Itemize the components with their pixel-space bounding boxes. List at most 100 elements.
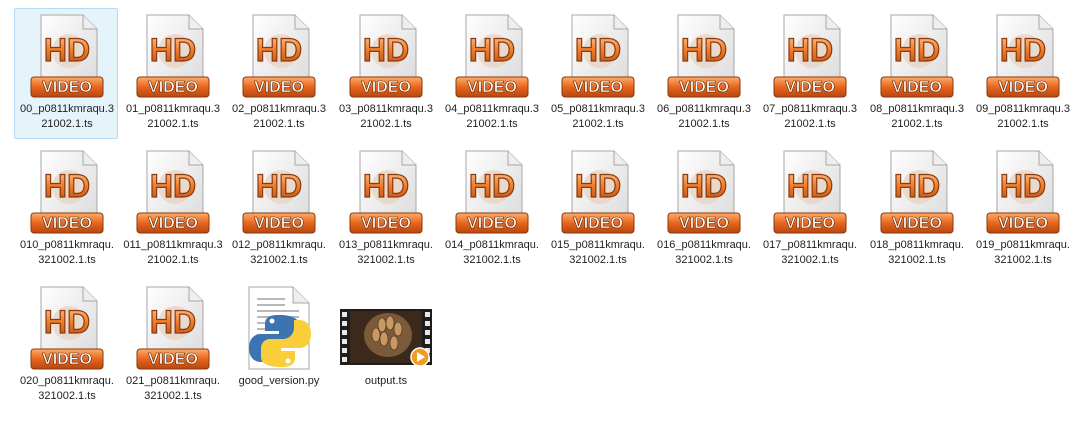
file-item[interactable]: HD VIDEO 018_p0811kmraqu.321002.1.ts (864, 144, 968, 275)
hd-video-icon: HD VIDEO (27, 149, 107, 235)
file-name: 03_p0811kmraqu.321002.1.ts (339, 103, 433, 130)
svg-text:VIDEO: VIDEO (467, 215, 517, 232)
file-item[interactable]: HD VIDEO 021_p0811kmraqu.321002.1.ts (120, 280, 224, 411)
svg-text:HD: HD (1000, 32, 1046, 68)
svg-text:VIDEO: VIDEO (42, 351, 92, 368)
svg-text:VIDEO: VIDEO (148, 79, 198, 96)
svg-text:VIDEO: VIDEO (361, 215, 411, 232)
hd-video-icon: HD VIDEO (133, 285, 213, 371)
hd-video-icon: HD VIDEO (346, 13, 426, 99)
svg-text:HD: HD (150, 168, 196, 204)
svg-text:HD: HD (363, 168, 409, 204)
file-name: 01_p0811kmraqu.321002.1.ts (126, 103, 220, 130)
file-name: 020_p0811kmraqu.321002.1.ts (20, 375, 114, 402)
hd-video-icon: HD VIDEO (664, 149, 744, 235)
svg-text:HD: HD (681, 168, 727, 204)
file-name: output.ts (364, 375, 408, 387)
hd-video-icon: HD VIDEO (346, 149, 426, 235)
hd-video-icon: HD VIDEO (558, 13, 638, 99)
file-item[interactable]: HD VIDEO 02_p0811kmraqu.321002.1.ts (226, 8, 330, 139)
hd-video-icon: HD VIDEO (452, 149, 532, 235)
file-name: 013_p0811kmraqu.321002.1.ts (339, 239, 433, 266)
hd-video-icon: HD VIDEO (27, 13, 107, 99)
file-name: 07_p0811kmraqu.321002.1.ts (763, 103, 857, 130)
svg-text:VIDEO: VIDEO (148, 215, 198, 232)
file-item[interactable]: HD VIDEO 05_p0811kmraqu.321002.1.ts (545, 8, 649, 139)
svg-text:HD: HD (894, 168, 940, 204)
svg-text:HD: HD (787, 168, 833, 204)
svg-text:HD: HD (1000, 168, 1046, 204)
file-item[interactable]: HD VIDEO 01_p0811kmraqu.321002.1.ts (120, 8, 224, 139)
file-item[interactable]: output.ts (333, 280, 437, 411)
file-name: 04_p0811kmraqu.321002.1.ts (445, 103, 539, 130)
hd-video-icon: HD VIDEO (983, 13, 1063, 99)
file-name: 010_p0811kmraqu.321002.1.ts (20, 239, 114, 266)
svg-text:HD: HD (575, 32, 621, 68)
svg-text:HD: HD (894, 32, 940, 68)
svg-text:HD: HD (469, 32, 515, 68)
hd-video-icon: HD VIDEO (770, 13, 850, 99)
hd-video-icon: HD VIDEO (558, 149, 638, 235)
file-name: 019_p0811kmraqu.321002.1.ts (976, 239, 1070, 266)
hd-video-icon: HD VIDEO (27, 285, 107, 371)
svg-text:VIDEO: VIDEO (42, 79, 92, 96)
svg-text:VIDEO: VIDEO (892, 79, 942, 96)
file-name: 00_p0811kmraqu.321002.1.ts (20, 103, 114, 130)
svg-text:HD: HD (44, 304, 90, 340)
file-name: 015_p0811kmraqu.321002.1.ts (551, 239, 645, 266)
file-item[interactable]: HD VIDEO 03_p0811kmraqu.321002.1.ts (333, 8, 437, 139)
svg-text:VIDEO: VIDEO (679, 215, 729, 232)
python-file-icon (239, 285, 319, 371)
hd-video-icon: HD VIDEO (133, 149, 213, 235)
svg-text:HD: HD (150, 304, 196, 340)
svg-text:VIDEO: VIDEO (998, 79, 1048, 96)
file-name: 018_p0811kmraqu.321002.1.ts (870, 239, 964, 266)
svg-text:HD: HD (256, 32, 302, 68)
file-item[interactable]: HD VIDEO 019_p0811kmraqu.321002.1.ts (970, 144, 1074, 275)
file-item[interactable]: HD VIDEO 014_p0811kmraqu.321002.1.ts (439, 144, 543, 275)
file-item[interactable]: HD VIDEO 08_p0811kmraqu.321002.1.ts (864, 8, 968, 139)
svg-text:HD: HD (575, 168, 621, 204)
file-name: 08_p0811kmraqu.321002.1.ts (870, 103, 964, 130)
file-name: 02_p0811kmraqu.321002.1.ts (232, 103, 326, 130)
file-name: 016_p0811kmraqu.321002.1.ts (657, 239, 751, 266)
svg-text:VIDEO: VIDEO (785, 215, 835, 232)
file-name: 05_p0811kmraqu.321002.1.ts (551, 103, 645, 130)
svg-text:HD: HD (681, 32, 727, 68)
file-item[interactable]: HD VIDEO 012_p0811kmraqu.321002.1.ts (226, 144, 330, 275)
file-name: 021_p0811kmraqu.321002.1.ts (126, 375, 220, 402)
file-item[interactable]: HD VIDEO 013_p0811kmraqu.321002.1.ts (333, 144, 437, 275)
file-item[interactable]: HD VIDEO 04_p0811kmraqu.321002.1.ts (439, 8, 543, 139)
file-grid: HD VIDEO 00_p0811kmraqu.321002.1.ts HD V… (0, 0, 1081, 445)
hd-video-icon: HD VIDEO (239, 149, 319, 235)
file-item[interactable]: HD VIDEO 07_p0811kmraqu.321002.1.ts (757, 8, 861, 139)
svg-text:HD: HD (363, 32, 409, 68)
svg-text:VIDEO: VIDEO (679, 79, 729, 96)
file-name: 011_p0811kmraqu.321002.1.ts (123, 239, 223, 266)
file-item[interactable]: HD VIDEO 016_p0811kmraqu.321002.1.ts (651, 144, 755, 275)
svg-text:HD: HD (44, 168, 90, 204)
file-item[interactable]: good_version.py (226, 280, 330, 411)
file-item[interactable]: HD VIDEO 017_p0811kmraqu.321002.1.ts (757, 144, 861, 275)
hd-video-icon: HD VIDEO (239, 13, 319, 99)
hd-video-icon: HD VIDEO (877, 13, 957, 99)
svg-text:VIDEO: VIDEO (785, 79, 835, 96)
file-name: 012_p0811kmraqu.321002.1.ts (232, 239, 326, 266)
svg-text:HD: HD (469, 168, 515, 204)
file-name: 09_p0811kmraqu.321002.1.ts (976, 103, 1070, 130)
file-name: 017_p0811kmraqu.321002.1.ts (763, 239, 857, 266)
file-item[interactable]: HD VIDEO 015_p0811kmraqu.321002.1.ts (545, 144, 649, 275)
file-item[interactable]: HD VIDEO 010_p0811kmraqu.321002.1.ts (14, 144, 118, 275)
hd-video-icon: HD VIDEO (770, 149, 850, 235)
file-item[interactable]: HD VIDEO 06_p0811kmraqu.321002.1.ts (651, 8, 755, 139)
file-item[interactable]: HD VIDEO 011_p0811kmraqu.321002.1.ts (120, 144, 224, 275)
file-item[interactable]: HD VIDEO 00_p0811kmraqu.321002.1.ts (14, 8, 118, 139)
svg-text:VIDEO: VIDEO (42, 215, 92, 232)
svg-text:VIDEO: VIDEO (573, 79, 623, 96)
video-thumbnail-icon (336, 285, 436, 371)
svg-text:HD: HD (256, 168, 302, 204)
hd-video-icon: HD VIDEO (133, 13, 213, 99)
file-name: good_version.py (238, 375, 320, 387)
file-item[interactable]: HD VIDEO 020_p0811kmraqu.321002.1.ts (14, 280, 118, 411)
file-item[interactable]: HD VIDEO 09_p0811kmraqu.321002.1.ts (970, 8, 1074, 139)
